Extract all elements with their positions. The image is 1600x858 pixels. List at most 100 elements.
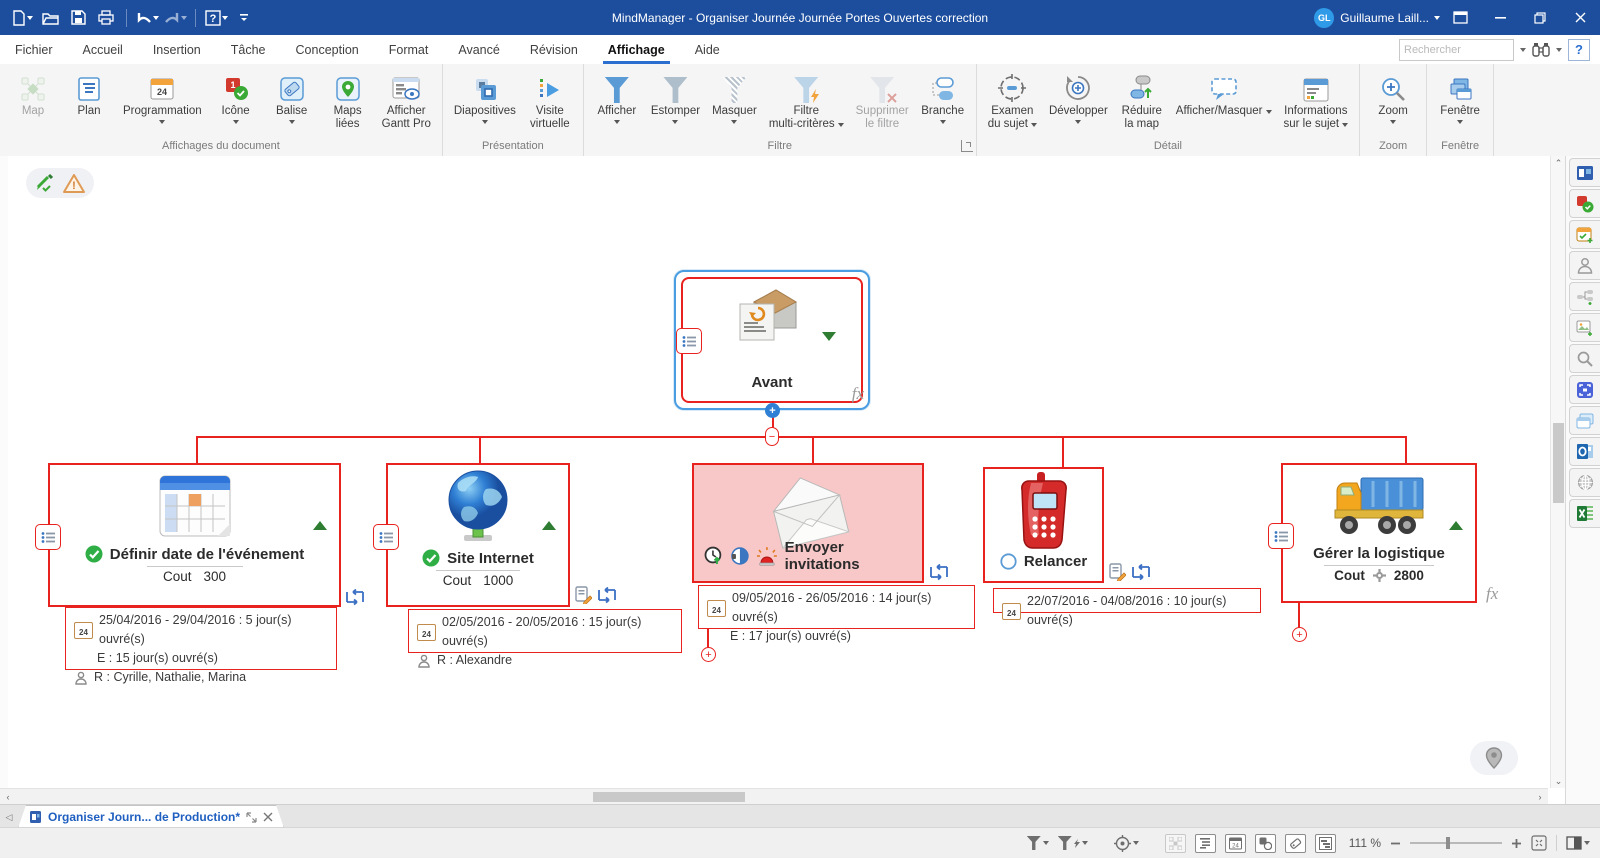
insert-topic-badge[interactable]: + <box>765 403 780 418</box>
progress-complete-icon[interactable] <box>422 549 440 567</box>
dependency-icon[interactable] <box>929 564 949 581</box>
tab-conception[interactable]: Conception <box>281 35 374 64</box>
progress-50-icon[interactable] <box>731 547 749 565</box>
alert-icon[interactable] <box>756 547 778 566</box>
tab-insertion[interactable]: Insertion <box>138 35 216 64</box>
tasks-pane-button[interactable] <box>1566 836 1590 850</box>
hide-filter-button[interactable]: Masquer <box>706 69 763 126</box>
task-notes-icon[interactable] <box>1109 563 1126 581</box>
pane-excel[interactable] <box>1569 499 1600 528</box>
customize-toolbar-button[interactable] <box>232 6 256 30</box>
virtual-tour-button[interactable]: Visite virtuelle <box>522 69 578 133</box>
scroll-down-arrow[interactable]: ⌄ <box>1551 774 1566 788</box>
tab-scroll-left-arrow[interactable]: ◁ <box>0 806 18 828</box>
save-button[interactable] <box>66 6 90 30</box>
pane-resources[interactable] <box>1569 251 1600 280</box>
restore-button[interactable] <box>1520 0 1560 35</box>
topic-definir-date[interactable]: Définir date de l'événement Cout300 <box>48 463 341 607</box>
notes-icon[interactable] <box>1268 523 1294 549</box>
tab-fichier[interactable]: Fichier <box>0 35 68 64</box>
zoom-in-button[interactable] <box>1511 838 1522 849</box>
outline-view-button[interactable]: Plan <box>61 69 117 120</box>
redo-button[interactable] <box>163 6 187 30</box>
notes-icon[interactable] <box>373 524 399 550</box>
expand-topic-badge[interactable]: + <box>701 647 716 662</box>
tab-revision[interactable]: Révision <box>515 35 593 64</box>
map-index-pin-button[interactable] <box>1470 741 1518 775</box>
icon-view-button[interactable]: 1 Icône <box>208 69 264 126</box>
scroll-right-arrow[interactable]: › <box>1533 790 1547 804</box>
schedule-view-button[interactable]: 24 Programmation <box>117 69 208 126</box>
task-notes-icon[interactable] <box>575 586 592 604</box>
show-filter-button[interactable]: Afficher <box>589 69 645 126</box>
dependency-icon[interactable] <box>1131 564 1151 581</box>
zoom-button[interactable]: Zoom <box>1365 69 1421 126</box>
expand-arrow-icon[interactable] <box>313 521 327 530</box>
close-tab-icon[interactable] <box>263 812 273 822</box>
print-button[interactable] <box>94 6 118 30</box>
central-topic-avant[interactable]: Avant fx <box>674 270 870 410</box>
show-hide-button[interactable]: Afficher/Masquer <box>1170 69 1278 120</box>
fit-map-button[interactable] <box>1531 835 1547 851</box>
expand-tab-icon[interactable] <box>246 812 257 823</box>
collapse-branch-badge[interactable]: − <box>765 427 779 446</box>
pane-outlook[interactable] <box>1569 437 1600 466</box>
tab-tache[interactable]: Tâche <box>216 35 281 64</box>
multi-criteria-filter-button[interactable]: Filtre multi-critères <box>763 69 850 133</box>
expand-topic-badge[interactable]: + <box>1292 627 1307 642</box>
pane-windows[interactable] <box>1569 406 1600 435</box>
topic-relancer[interactable]: Relancer <box>983 467 1104 583</box>
gantt-pro-button[interactable]: Afficher Gantt Pro <box>376 69 437 133</box>
pane-web[interactable] <box>1569 468 1600 497</box>
dependency-icon[interactable] <box>345 589 365 606</box>
pane-map-parts[interactable] <box>1569 282 1600 311</box>
collapse-map-button[interactable]: Réduire la map <box>1114 69 1170 133</box>
power-filter-button[interactable] <box>1058 836 1088 850</box>
pane-search[interactable] <box>1569 344 1600 373</box>
progress-none-icon[interactable] <box>1000 553 1017 570</box>
tab-affichage[interactable]: Affichage <box>593 35 680 64</box>
expand-arrow-icon[interactable] <box>1449 521 1463 530</box>
expand-arrow-icon[interactable] <box>542 521 556 530</box>
topic-focus-button[interactable] <box>1114 835 1139 852</box>
user-name[interactable]: Guillaume Laill... <box>1340 11 1429 25</box>
window-button[interactable]: Fenêtre <box>1432 69 1488 126</box>
scroll-left-arrow[interactable]: ‹ <box>1 790 15 804</box>
close-button[interactable] <box>1560 0 1600 35</box>
scroll-up-arrow[interactable]: ⌃ <box>1551 156 1566 170</box>
undo-button[interactable] <box>135 6 159 30</box>
vertical-scrollbar[interactable]: ⌃ ⌄ <box>1550 156 1566 788</box>
dependency-icon[interactable] <box>597 587 617 604</box>
ribbon-display-options-button[interactable] <box>1440 0 1480 35</box>
icon-view-button[interactable] <box>1255 834 1276 853</box>
schedule-view-button[interactable]: 24 <box>1225 834 1246 853</box>
filter-button[interactable] <box>1027 836 1049 850</box>
tab-avance[interactable]: Avancé <box>443 35 514 64</box>
tag-view-button[interactable] <box>1285 834 1306 853</box>
topic-envoyer-invitations[interactable]: Envoyer invitations <box>692 463 924 583</box>
topic-site-internet[interactable]: Site Internet Cout1000 <box>386 463 570 607</box>
topic-gerer-logistique[interactable]: Gérer la logistique Cout 2800 <box>1281 463 1477 603</box>
new-document-button[interactable] <box>10 6 34 30</box>
help-button[interactable]: ? <box>204 6 228 30</box>
notes-icon[interactable] <box>676 328 702 354</box>
branch-filter-button[interactable]: Branche <box>915 69 971 126</box>
horizontal-scroll-thumb[interactable] <box>593 792 745 802</box>
help-pane-button[interactable]: ? <box>1568 39 1590 61</box>
outline-view-button[interactable] <box>1195 834 1216 853</box>
minimize-button[interactable] <box>1480 0 1520 35</box>
open-button[interactable] <box>38 6 62 30</box>
tab-format[interactable]: Format <box>374 35 444 64</box>
zoom-slider[interactable] <box>1410 842 1502 844</box>
linked-maps-button[interactable]: Maps liées <box>320 69 376 133</box>
tab-accueil[interactable]: Accueil <box>68 35 138 64</box>
fade-filter-button[interactable]: Estomper <box>645 69 706 126</box>
progress-complete-icon[interactable] <box>85 545 103 563</box>
notes-icon[interactable] <box>35 524 61 550</box>
document-tab[interactable]: Organiser Journ... de Production* <box>18 805 284 828</box>
pane-library[interactable] <box>1569 158 1600 187</box>
search-input[interactable] <box>1399 39 1514 61</box>
map-canvas[interactable]: ! Avant fx + <box>0 156 1556 788</box>
zoom-out-button[interactable] <box>1390 838 1401 849</box>
collapse-arrow-icon[interactable] <box>822 332 836 341</box>
